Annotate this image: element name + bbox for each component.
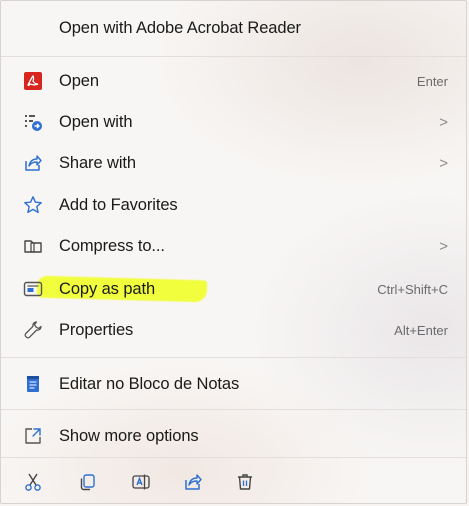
open-with-label: Open with	[59, 112, 133, 131]
open-with-acrobat-label: Open with Adobe Acrobat Reader	[59, 18, 301, 37]
share-button[interactable]	[179, 468, 207, 496]
chevron-right-icon: >	[439, 113, 448, 131]
delete-button[interactable]	[231, 468, 259, 496]
show-more-options-label: Show more options	[59, 426, 199, 445]
copy-path-icon	[23, 279, 43, 299]
cut-button[interactable]	[19, 468, 47, 496]
context-menu: Open with Adobe Acrobat Reader Open Ente…	[0, 0, 467, 504]
open-with-item[interactable]: Open with >	[11, 103, 456, 141]
rename-button[interactable]	[127, 468, 155, 496]
open-with-icon	[23, 112, 43, 132]
share-with-item[interactable]: Share with >	[11, 144, 456, 182]
add-to-favorites-label: Add to Favorites	[59, 195, 178, 214]
properties-shortcut: Alt+Enter	[394, 322, 448, 338]
share-icon	[183, 472, 203, 492]
menu-separator	[1, 56, 466, 57]
edit-in-notepad-label: Editar no Bloco de Notas	[59, 374, 240, 393]
rename-icon	[131, 472, 151, 492]
add-to-favorites-item[interactable]: Add to Favorites	[11, 186, 456, 224]
wrench-icon	[23, 320, 43, 340]
properties-item[interactable]: Properties Alt+Enter	[11, 311, 456, 349]
notepad-icon	[23, 374, 43, 394]
chevron-right-icon: >	[439, 237, 448, 255]
open-with-acrobat-item[interactable]: Open with Adobe Acrobat Reader	[11, 9, 456, 47]
quick-actions-bar	[11, 463, 456, 501]
acrobat-icon	[23, 71, 43, 91]
compress-folder-icon	[23, 236, 43, 256]
copy-as-path-label: Copy as path	[59, 279, 156, 298]
compress-to-label: Compress to...	[59, 236, 165, 255]
copy-icon	[77, 472, 97, 492]
copy-button[interactable]	[73, 468, 101, 496]
properties-label: Properties	[59, 320, 134, 339]
open-label: Open	[59, 71, 99, 90]
compress-to-item[interactable]: Compress to... >	[11, 227, 456, 265]
share-icon	[23, 153, 43, 173]
star-icon	[23, 195, 43, 215]
menu-separator	[1, 357, 466, 358]
share-with-label: Share with	[59, 153, 136, 172]
show-more-options-item[interactable]: Show more options	[11, 417, 456, 455]
edit-in-notepad-item[interactable]: Editar no Bloco de Notas	[11, 365, 456, 403]
copy-as-path-shortcut: Ctrl+Shift+C	[377, 281, 448, 297]
open-shortcut: Enter	[416, 73, 448, 89]
menu-separator	[1, 457, 466, 458]
delete-icon	[235, 472, 255, 492]
show-more-icon	[23, 426, 43, 446]
copy-as-path-item[interactable]: Copy as path Ctrl+Shift+C	[11, 270, 456, 308]
chevron-right-icon: >	[439, 154, 448, 172]
menu-separator	[1, 409, 466, 410]
open-item[interactable]: Open Enter	[11, 62, 456, 100]
cut-icon	[23, 472, 43, 492]
